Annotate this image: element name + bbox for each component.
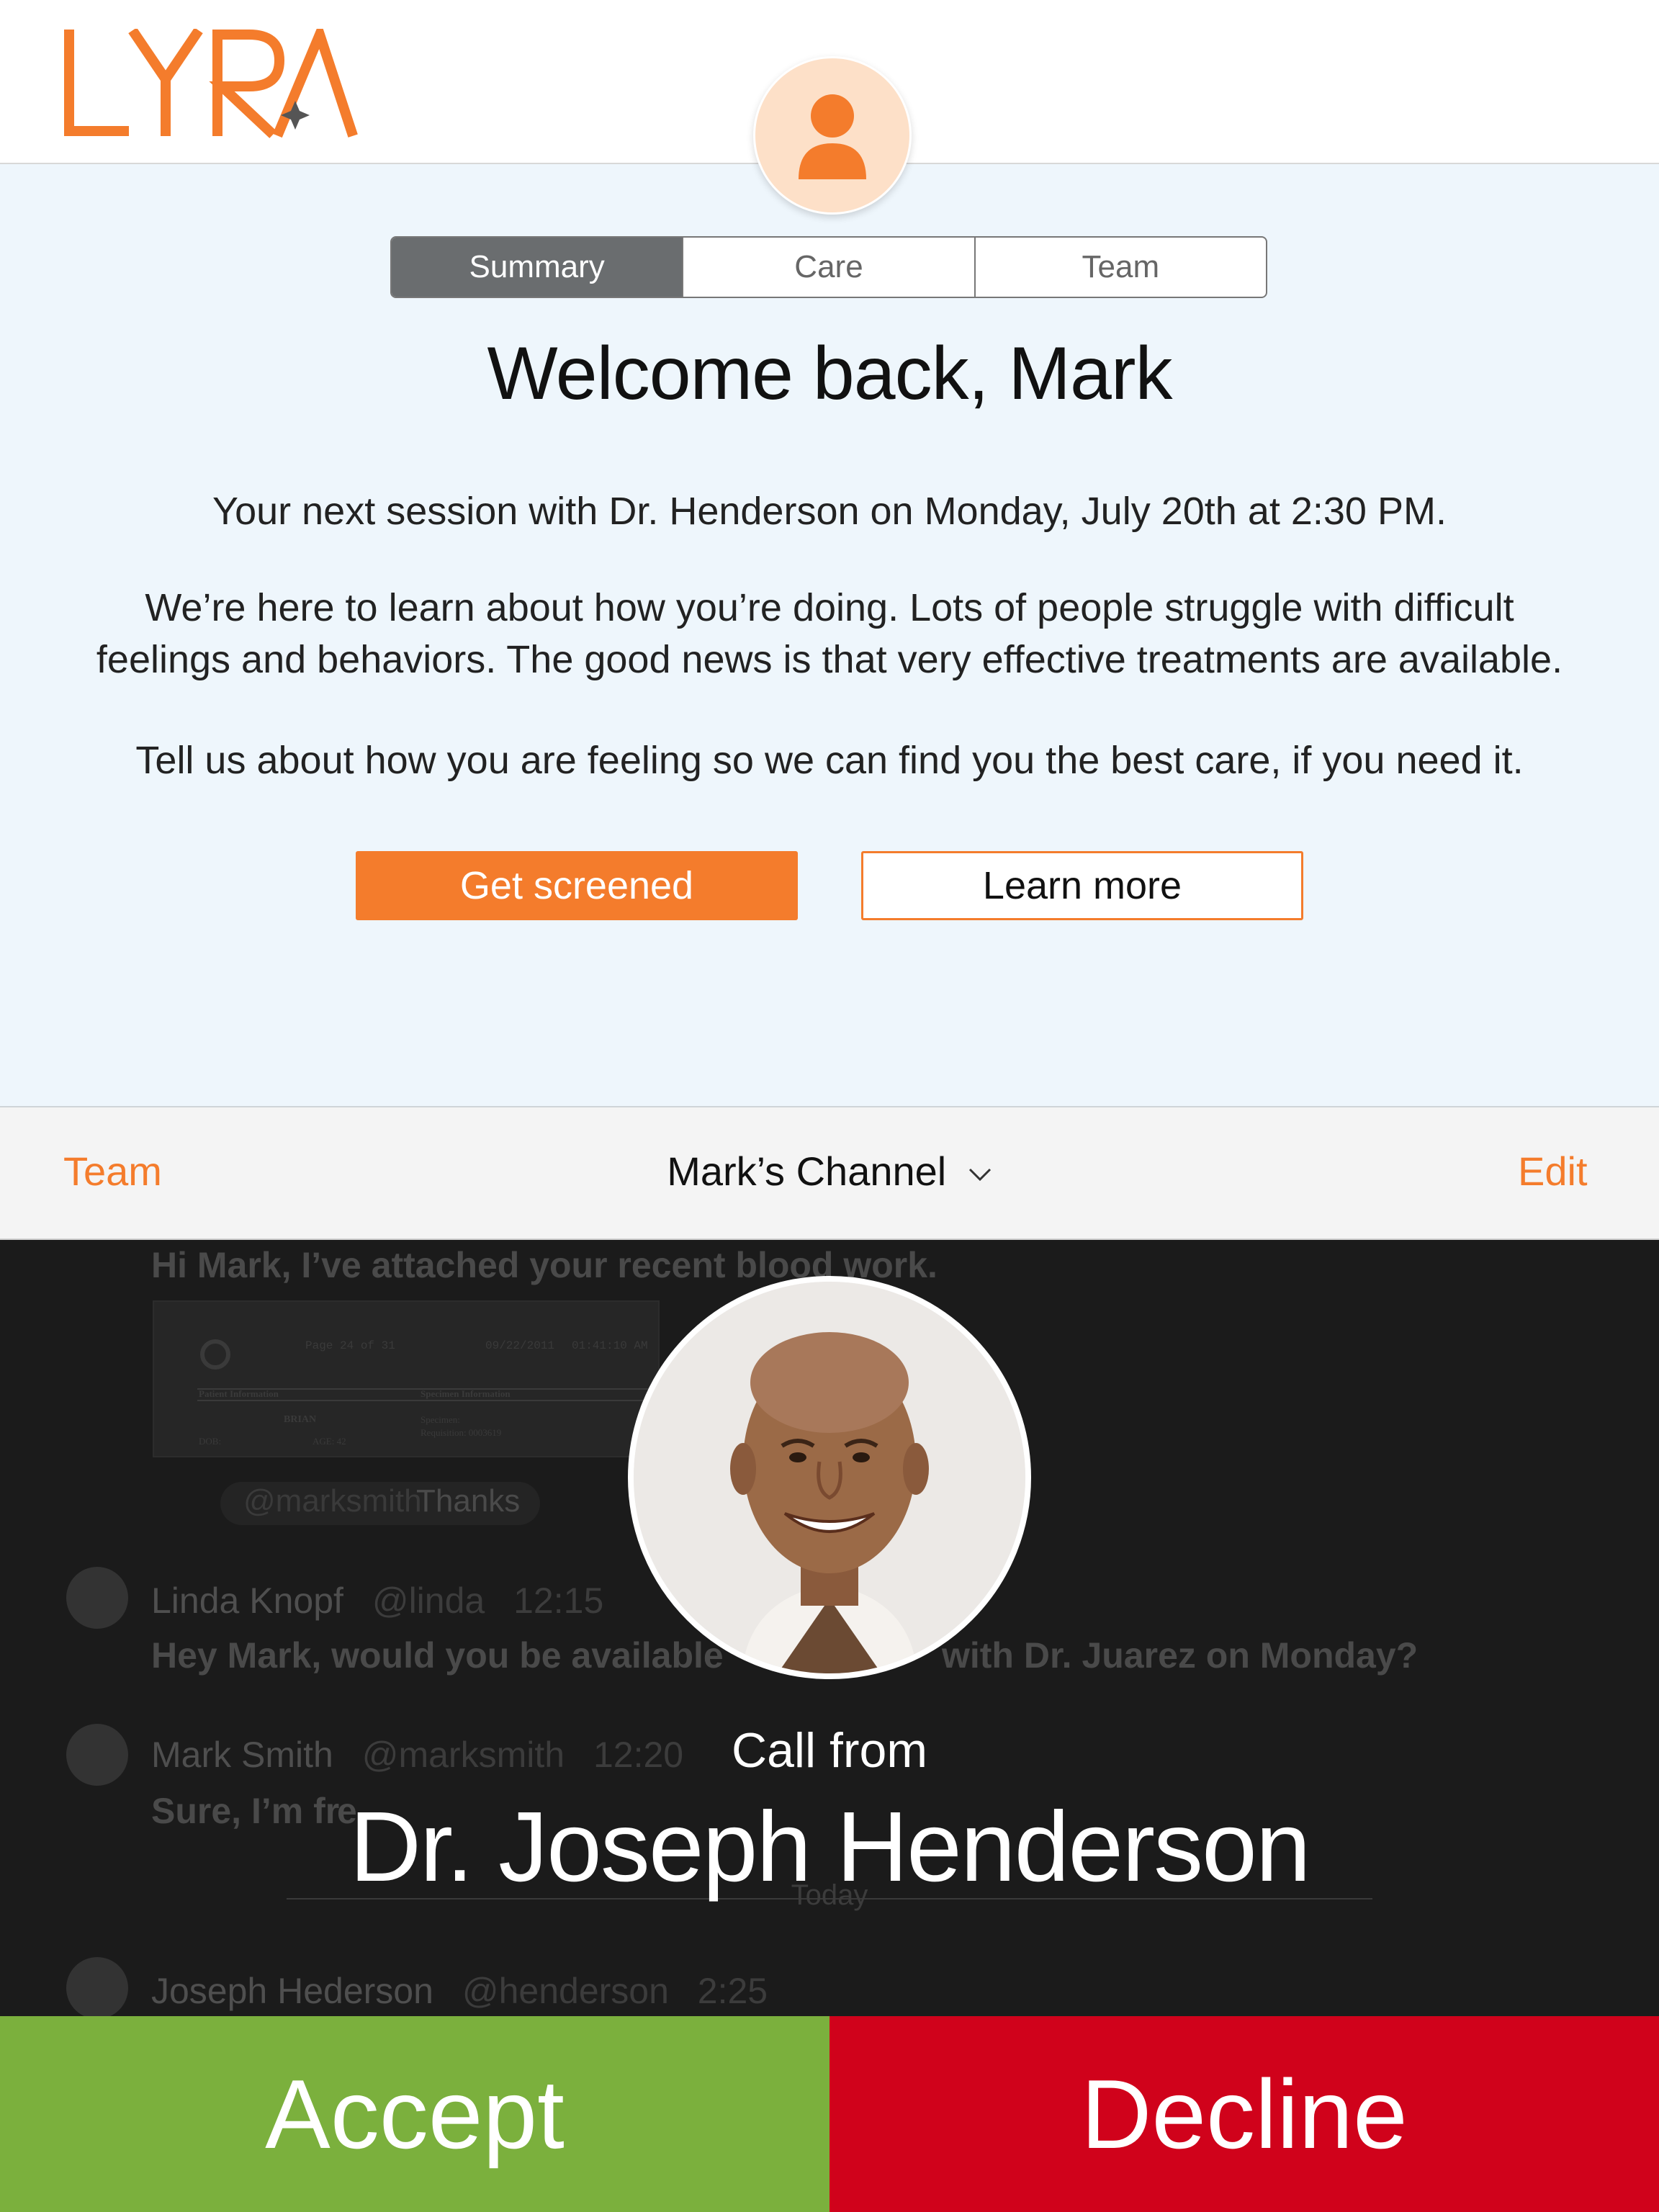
caller-name: Dr. Joseph Henderson <box>349 1791 1310 1902</box>
thanks-reply: @marksmith Thanks <box>220 1482 540 1525</box>
call-from-label: Call from <box>731 1723 928 1778</box>
message-text-tail: with Dr. Juarez on Monday? <box>942 1635 1419 1676</box>
intro-line-2: feelings and behaviors. The good news is… <box>96 638 1563 681</box>
sender-name[interactable]: Linda Knopf <box>151 1581 343 1621</box>
message-header: Linda Knopf @linda 12:15 <box>151 1580 603 1622</box>
next-session-text: Your next session with Dr. Henderson on … <box>212 490 1447 533</box>
doc-requisition: Requisition: 0003619 <box>421 1427 502 1438</box>
get-screened-button[interactable]: Get screened <box>356 851 798 920</box>
doc-patient-name: BRIAN <box>284 1414 317 1425</box>
doc-date: 09/22/2011 <box>485 1339 555 1352</box>
lyra-logo[interactable] <box>63 29 359 144</box>
sender-handle[interactable]: @henderson <box>462 1971 669 2011</box>
lab-logo-icon <box>200 1339 230 1370</box>
doc-age: AGE: 42 <box>313 1436 346 1447</box>
welcome-heading: Welcome back, Mark <box>487 332 1172 415</box>
doc-rule <box>197 1400 658 1401</box>
cta-text: Tell us about how you are feeling so we … <box>135 739 1524 782</box>
doc-page: Page 24 of 31 <box>305 1339 395 1352</box>
user-avatar[interactable] <box>753 56 912 215</box>
doc-dob: DOB: <box>199 1436 222 1447</box>
decline-call-button[interactable]: Decline <box>830 2016 1659 2212</box>
message-text: Hey Mark, would you be available <box>151 1635 724 1676</box>
avatar[interactable] <box>66 1567 128 1629</box>
sender-handle[interactable]: @linda <box>372 1581 485 1621</box>
message-time: 2:25 <box>697 1971 768 2011</box>
message-header: Joseph Hederson @henderson 2:25 <box>151 1970 768 2012</box>
thanks-mention[interactable]: @marksmith <box>243 1483 422 1519</box>
caller-photo <box>628 1276 1031 1679</box>
accept-call-button[interactable]: Accept <box>0 2016 830 2212</box>
channel-selector[interactable]: Mark’s Channel <box>0 1148 1659 1195</box>
chevron-down-icon <box>968 1169 991 1182</box>
tab-summary[interactable]: Summary <box>392 238 684 297</box>
thanks-text: Thanks <box>416 1483 521 1519</box>
sender-name[interactable]: Joseph Hederson <box>151 1971 433 2011</box>
segmented-tabs: Summary Care Team <box>390 236 1267 298</box>
intro-text: We’re here to learn about how you’re doi… <box>43 582 1616 685</box>
edit-link[interactable]: Edit <box>1518 1148 1588 1195</box>
message-time: 12:15 <box>513 1581 604 1621</box>
tab-team[interactable]: Team <box>976 238 1266 297</box>
doc-specimen-header: Specimen Information <box>421 1388 511 1399</box>
intro-line-1: We’re here to learn about how you’re doi… <box>145 586 1514 629</box>
avatar[interactable] <box>66 1957 128 2019</box>
doc-patient-header: Patient Information <box>199 1388 279 1399</box>
blood-work-attachment[interactable]: Page 24 of 31 09/22/2011 01:41:10 AM Pat… <box>153 1300 660 1457</box>
learn-more-button[interactable]: Learn more <box>861 851 1303 920</box>
channel-title: Mark’s Channel <box>667 1148 947 1194</box>
doc-time: 01:41:10 AM <box>572 1339 648 1352</box>
tab-care[interactable]: Care <box>683 238 976 297</box>
doc-specimen: Specimen: <box>421 1414 460 1425</box>
